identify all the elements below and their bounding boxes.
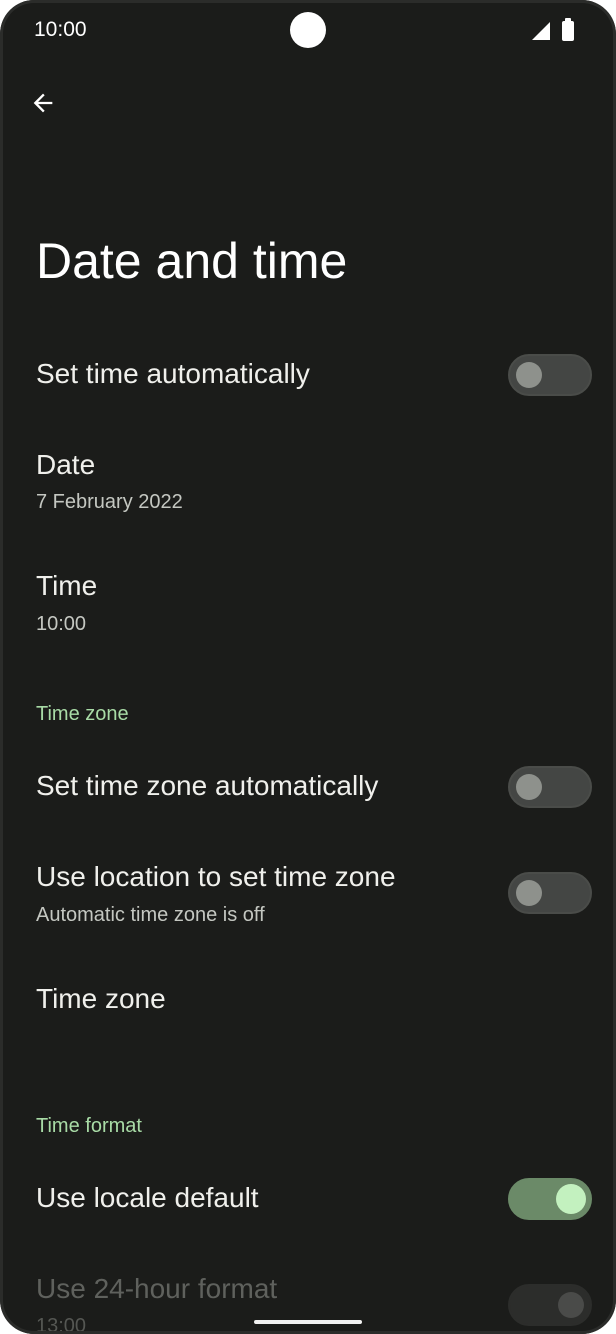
time-value: 10:00: [36, 613, 87, 635]
set-time-zone-automatically-label[interactable]: Set time zone automatically: [36, 770, 378, 802]
use-location-time-zone-label[interactable]: Use location to set time zone: [36, 861, 396, 893]
status-bar-time: 10:00: [34, 18, 87, 41]
arrow-back-icon: [33, 93, 53, 113]
time-zone-section-header: Time zone: [36, 703, 129, 725]
phone-screen: 10:00 Date and time Set time automatical…: [0, 0, 616, 1334]
use-location-time-zone-switch[interactable]: [508, 872, 592, 914]
time-zone-label[interactable]: Time zone: [36, 983, 166, 1015]
time-format-section-header: Time format: [36, 1115, 142, 1137]
use-24-hour-format-summary: 13:00: [36, 1315, 87, 1334]
camera-cutout: [290, 12, 326, 48]
use-24-hour-format-switch: [508, 1284, 592, 1326]
use-location-time-zone-summary: Automatic time zone is off: [36, 904, 265, 926]
date-label[interactable]: Date: [36, 449, 95, 481]
cellular-signal-icon: [532, 22, 550, 40]
back-button[interactable]: [26, 86, 60, 120]
switch-thumb: [516, 362, 542, 388]
use-locale-default-switch[interactable]: [508, 1178, 592, 1220]
time-label[interactable]: Time: [36, 570, 97, 602]
use-locale-default-label[interactable]: Use locale default: [36, 1182, 259, 1214]
switch-thumb: [558, 1292, 584, 1318]
gesture-navigation-bar[interactable]: [254, 1320, 362, 1324]
use-24-hour-format-label: Use 24-hour format: [36, 1273, 278, 1304]
set-time-automatically-label[interactable]: Set time automatically: [36, 358, 310, 390]
set-time-zone-automatically-switch[interactable]: [508, 766, 592, 808]
switch-thumb: [516, 880, 542, 906]
page-title: Date and time: [36, 233, 348, 289]
switch-thumb: [516, 774, 542, 800]
switch-thumb: [556, 1184, 586, 1214]
date-value: 7 February 2022: [36, 491, 183, 513]
set-time-automatically-switch[interactable]: [508, 354, 592, 396]
battery-icon: [562, 18, 574, 41]
